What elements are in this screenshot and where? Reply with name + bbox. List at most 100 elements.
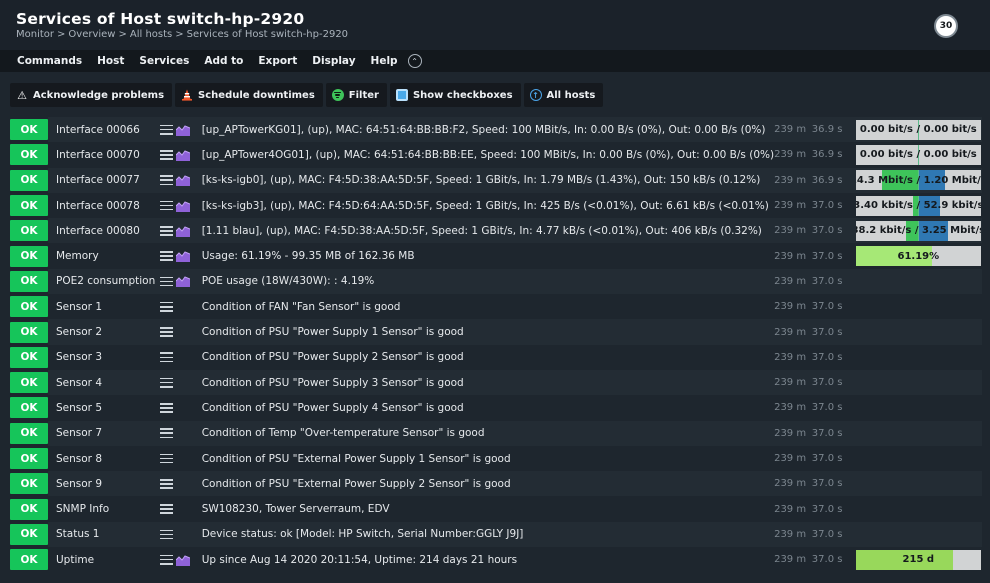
service-name[interactable]: POE2 consumption — [48, 268, 161, 295]
hamburger-menu-icon[interactable] — [160, 478, 174, 489]
menu-host[interactable]: Host — [97, 55, 124, 67]
hamburger-menu-icon[interactable] — [160, 504, 174, 514]
toolbar: ⚠ Acknowledge problems Schedule downtime… — [0, 78, 990, 112]
graph-icon[interactable] — [176, 554, 191, 566]
perf-o-meter[interactable]: 0.00 bit/s / 0.00 bit/s — [855, 144, 981, 165]
service-name[interactable]: Sensor 8 — [48, 445, 161, 472]
graph-icon[interactable] — [176, 200, 191, 212]
perf-o-meter[interactable]: 0.00 bit/s / 0.00 bit/s — [855, 119, 981, 140]
service-name[interactable]: Sensor 5 — [48, 395, 161, 421]
service-name[interactable]: Interface 00078 — [48, 192, 161, 219]
perf-cell — [855, 496, 982, 522]
hamburger-menu-icon[interactable] — [160, 327, 174, 337]
state-badge[interactable]: OK — [10, 195, 48, 217]
state-badge[interactable]: OK — [10, 397, 48, 419]
service-name[interactable]: Sensor 3 — [48, 344, 161, 370]
perf-o-meter[interactable]: 3.40 kbit/s / 52.9 kbit/s — [855, 195, 981, 216]
service-name[interactable]: Interface 00080 — [48, 218, 161, 244]
state-badge[interactable]: OK — [10, 498, 48, 520]
graph-icon[interactable] — [176, 124, 191, 136]
menu-display[interactable]: Display — [312, 55, 355, 67]
check-age: 37.0 s — [811, 496, 856, 522]
hamburger-menu-icon[interactable] — [160, 251, 174, 262]
state-badge[interactable]: OK — [10, 523, 48, 545]
service-name[interactable]: Sensor 7 — [48, 420, 161, 446]
service-name[interactable]: Status 1 — [48, 521, 161, 548]
hamburger-menu-icon[interactable] — [160, 200, 174, 211]
perf-text: 0.00 bit/s / 0.00 bit/s — [859, 149, 977, 161]
state-badge[interactable]: OK — [10, 245, 48, 267]
breadcrumb-monitor[interactable]: Monitor — [16, 29, 54, 40]
schedule-downtimes-button[interactable]: Schedule downtimes — [175, 83, 323, 107]
breadcrumb-separator: > — [175, 29, 184, 40]
state-badge[interactable]: OK — [10, 220, 48, 242]
state-badge[interactable]: OK — [10, 448, 48, 469]
state-badge[interactable]: OK — [10, 296, 48, 318]
graph-icon[interactable] — [176, 250, 191, 263]
show-checkboxes-label: Show checkboxes — [412, 89, 513, 101]
state-badge[interactable]: OK — [10, 144, 48, 166]
perf-o-meter[interactable]: 38.2 kbit/s / 3.25 Mbit/s — [855, 220, 981, 241]
hamburger-menu-icon[interactable] — [160, 554, 174, 565]
service-name[interactable]: Interface 00070 — [48, 142, 161, 168]
service-name[interactable]: Interface 00066 — [48, 117, 161, 143]
service-row: OK Sensor 9 Condition of PSU "External Pow… — [10, 471, 982, 497]
menu-commands[interactable]: Commands — [17, 55, 82, 67]
hamburger-menu-icon[interactable] — [160, 377, 174, 388]
service-output: Condition of FAN "Fan Sensor" is good — [201, 294, 775, 320]
service-name[interactable]: Sensor 4 — [48, 369, 161, 396]
state-badge[interactable]: OK — [10, 372, 48, 394]
service-name[interactable]: Uptime — [48, 547, 161, 573]
menu-add-to[interactable]: Add to — [204, 55, 243, 67]
show-checkboxes-button[interactable]: Show checkboxes — [389, 83, 521, 107]
perf-o-meter[interactable]: 215 d — [855, 549, 981, 570]
service-output: [up_APTower4OG01], (up), MAC: 64:51:64:B… — [201, 142, 775, 168]
service-icons — [160, 268, 202, 295]
filter-button[interactable]: Filter — [325, 83, 387, 107]
state-badge[interactable]: OK — [10, 549, 48, 571]
hamburger-menu-icon[interactable] — [160, 428, 174, 439]
hamburger-menu-icon[interactable] — [160, 453, 174, 464]
state-badge[interactable]: OK — [10, 422, 48, 444]
state-badge[interactable]: OK — [10, 473, 48, 495]
service-name[interactable]: SNMP Info — [48, 496, 161, 522]
hamburger-menu-icon[interactable] — [160, 175, 174, 186]
graph-icon[interactable] — [176, 174, 191, 187]
acknowledge-problems-button[interactable]: ⚠ Acknowledge problems — [10, 83, 173, 107]
hamburger-menu-icon[interactable] — [160, 150, 174, 160]
state-cell: OK — [10, 218, 48, 243]
breadcrumb-overview[interactable]: Overview — [68, 29, 115, 40]
menu-help[interactable]: Help — [371, 55, 398, 67]
state-badge[interactable]: OK — [10, 119, 48, 141]
state-badge[interactable]: OK — [10, 169, 48, 191]
perf-o-meter[interactable]: 14.3 Mbit/s / 1.20 Mbit/s — [855, 170, 981, 191]
hamburger-menu-icon[interactable] — [160, 352, 174, 363]
menu-services[interactable]: Services — [139, 55, 189, 67]
service-name[interactable]: Memory — [48, 243, 161, 269]
chevron-up-icon[interactable]: ⌃ — [407, 54, 422, 68]
hamburger-menu-icon[interactable] — [160, 124, 174, 135]
service-name[interactable]: Sensor 9 — [48, 471, 161, 497]
hamburger-menu-icon[interactable] — [160, 403, 174, 413]
menu-export[interactable]: Export — [258, 55, 297, 67]
perf-o-meter[interactable]: 61.19% — [855, 246, 981, 267]
state-badge[interactable]: OK — [10, 346, 48, 368]
all-hosts-button[interactable]: ↑ All hosts — [523, 83, 604, 107]
state-badge[interactable]: OK — [10, 270, 48, 292]
refresh-timer[interactable]: 30 — [934, 14, 958, 38]
service-name[interactable]: Interface 00077 — [48, 167, 161, 193]
breadcrumb-all-hosts[interactable]: All hosts — [130, 29, 172, 40]
service-name[interactable]: Sensor 2 — [48, 319, 161, 345]
hamburger-menu-icon[interactable] — [160, 225, 174, 236]
state-age: 239 m — [774, 319, 812, 345]
state-badge[interactable]: OK — [10, 321, 48, 343]
hamburger-menu-icon[interactable] — [160, 529, 174, 540]
hamburger-menu-icon[interactable] — [160, 276, 174, 287]
service-row: OK Sensor 3 Condition of PSU "Power Supply… — [10, 344, 982, 370]
service-name[interactable]: Sensor 1 — [48, 294, 161, 320]
graph-icon[interactable] — [176, 225, 191, 237]
graph-icon[interactable] — [176, 149, 191, 161]
hamburger-menu-icon[interactable] — [160, 301, 174, 312]
service-row: OK Interface 00066 [up_APTowerKG01], (up),… — [10, 117, 982, 143]
graph-icon[interactable] — [176, 275, 191, 288]
